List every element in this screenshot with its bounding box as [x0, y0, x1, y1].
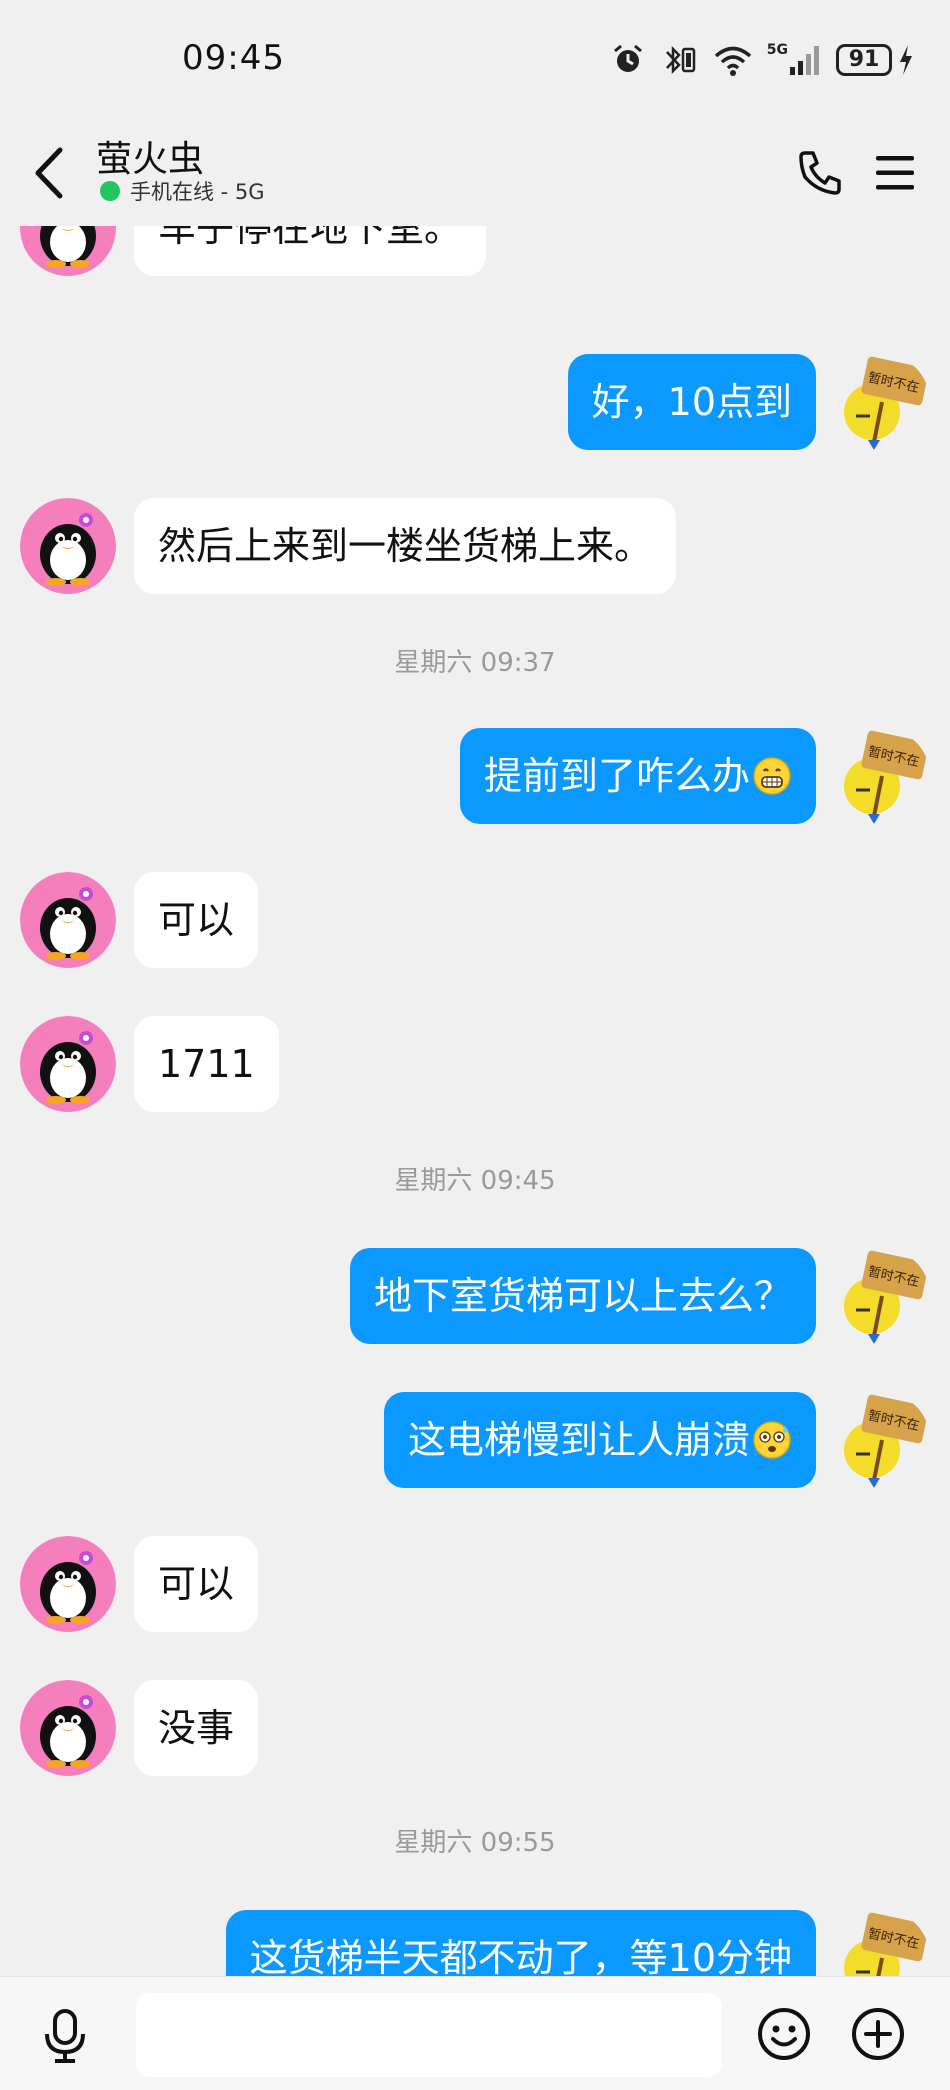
message-row-incoming: 车子停在地下室。	[0, 226, 950, 276]
emoji-sign-avatar-icon: 暂时不在	[834, 1248, 930, 1344]
contact-status: 手机在线 - 5G	[100, 176, 265, 206]
message-bubble-outgoing[interactable]: 提前到了咋么办	[459, 728, 816, 824]
more-menu-button[interactable]	[866, 142, 924, 204]
flushed-sweat-emoji-icon	[753, 1420, 791, 1459]
message-row-incoming: 没事	[0, 1680, 950, 1776]
contact-status-text: 手机在线 - 5G	[130, 180, 265, 204]
network-label: 5G	[766, 42, 788, 58]
message-bubble-incoming[interactable]: 然后上来到一楼坐货梯上来。	[134, 498, 677, 594]
more-actions-button[interactable]	[846, 1997, 910, 2071]
contact-avatar[interactable]	[20, 1536, 116, 1632]
penguin-avatar-icon	[20, 226, 116, 276]
back-icon	[35, 147, 63, 199]
battery-icon: 91	[836, 43, 914, 77]
penguin-avatar-icon	[20, 1536, 116, 1632]
message-bubble-incoming[interactable]: 没事	[134, 1680, 259, 1776]
emoji-sign-avatar-icon: 暂时不在	[834, 1392, 930, 1488]
penguin-avatar-icon	[20, 1680, 116, 1776]
message-bubble-incoming[interactable]: 车子停在地下室。	[134, 226, 487, 276]
message-text: 这电梯慢到让人崩溃	[407, 1418, 750, 1462]
signal-icon: 5G	[766, 42, 822, 77]
timestamp-divider: 星期六 09:45	[394, 1166, 556, 1196]
message-row-outgoing: 好，10点到 暂时不在	[0, 354, 950, 450]
voice-input-button[interactable]	[30, 2001, 100, 2071]
message-list[interactable]: 车子停在地下室。 好，10点到 暂时不在 然后上来到一楼坐货梯上来。 星期六 0…	[0, 226, 950, 1976]
message-bubble-incoming[interactable]: 可以	[134, 872, 259, 968]
emoji-sign-avatar-icon: 暂时不在	[834, 728, 930, 824]
contact-avatar[interactable]	[20, 498, 116, 594]
status-icons: 5G 91	[611, 40, 914, 80]
penguin-avatar-icon	[20, 1016, 116, 1112]
status-time: 09:45	[182, 38, 285, 78]
back-button[interactable]	[24, 140, 74, 206]
online-status-dot	[100, 181, 120, 201]
message-row-outgoing: 这货梯半天都不动了，等10分钟 暂时不在	[0, 1910, 950, 1976]
message-bubble-outgoing[interactable]: 这货梯半天都不动了，等10分钟	[225, 1910, 816, 1976]
message-row-incoming: 可以	[0, 872, 950, 968]
microphone-icon	[45, 2009, 85, 2063]
alarm-icon	[611, 43, 645, 77]
contact-avatar[interactable]	[20, 1680, 116, 1776]
message-bubble-outgoing[interactable]: 这电梯慢到让人崩溃	[383, 1392, 816, 1488]
bluetooth-icon	[659, 43, 699, 77]
message-bubble-incoming[interactable]: 可以	[134, 1536, 259, 1632]
contact-avatar[interactable]	[20, 1016, 116, 1112]
message-row-incoming: 然后上来到一楼坐货梯上来。	[0, 498, 950, 594]
self-avatar[interactable]: 暂时不在	[834, 1910, 930, 1976]
smiley-icon	[758, 2008, 810, 2060]
message-row-outgoing: 这电梯慢到让人崩溃 暂时不在	[0, 1392, 950, 1488]
message-bubble-incoming[interactable]: 1711	[134, 1016, 279, 1112]
penguin-avatar-icon	[20, 872, 116, 968]
message-row-outgoing: 提前到了咋么办 暂时不在	[0, 728, 950, 824]
self-avatar[interactable]: 暂时不在	[834, 1392, 930, 1488]
self-avatar[interactable]: 暂时不在	[834, 1248, 930, 1344]
message-row-incoming: 1711	[0, 1016, 950, 1112]
timestamp-divider: 星期六 09:55	[394, 1828, 556, 1858]
status-bar: 09:45 5G 91	[0, 0, 950, 120]
penguin-avatar-icon	[20, 498, 116, 594]
emoji-sign-avatar-icon: 暂时不在	[834, 1910, 930, 1976]
battery-level: 91	[836, 44, 892, 76]
emoji-button[interactable]	[752, 1997, 816, 2071]
wifi-icon	[713, 43, 753, 77]
menu-icon	[876, 156, 914, 190]
chat-header: 萤火虫 手机在线 - 5G	[0, 120, 950, 226]
phone-icon	[799, 151, 841, 195]
timestamp-divider: 星期六 09:37	[394, 648, 556, 678]
emoji-sign-avatar-icon: 暂时不在	[834, 354, 930, 450]
charging-icon	[900, 45, 912, 75]
voice-call-button[interactable]	[792, 142, 850, 204]
message-bubble-outgoing[interactable]: 地下室货梯可以上去么？	[349, 1248, 816, 1344]
contact-avatar[interactable]	[20, 226, 116, 276]
grin-emoji-icon	[753, 756, 791, 795]
message-row-outgoing: 地下室货梯可以上去么？ 暂时不在	[0, 1248, 950, 1344]
self-avatar[interactable]: 暂时不在	[834, 354, 930, 450]
message-input[interactable]	[136, 1993, 722, 2077]
message-text: 提前到了咋么办	[483, 754, 750, 798]
contact-name[interactable]: 萤火虫	[96, 130, 204, 182]
message-row-incoming: 可以	[0, 1536, 950, 1632]
self-avatar[interactable]: 暂时不在	[834, 728, 930, 824]
contact-avatar[interactable]	[20, 872, 116, 968]
message-bubble-outgoing[interactable]: 好，10点到	[567, 354, 816, 450]
plus-icon	[852, 2008, 904, 2060]
input-bar	[0, 1976, 950, 2090]
